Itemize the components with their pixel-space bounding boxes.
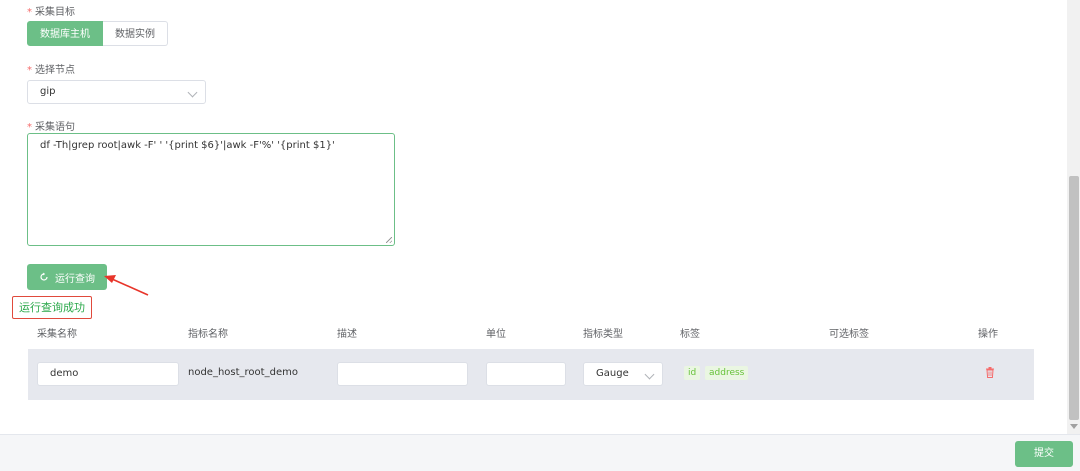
tag-address: address (705, 366, 749, 380)
target-segmented-control: 数据库主机 数据实例 (27, 21, 168, 46)
target-option-db-instance[interactable]: 数据实例 (103, 21, 168, 46)
metric-name-text: node_host_root_demo (188, 367, 298, 378)
chevron-down-icon (187, 87, 198, 98)
metric-type-value: Gauge (596, 368, 629, 379)
chevron-down-icon (644, 369, 655, 380)
header-metric-type: 指标类型 (583, 329, 623, 340)
node-select-value: gip (40, 86, 56, 97)
arrow-annotation (104, 275, 149, 296)
scrollbar-thumb[interactable] (1069, 176, 1079, 420)
header-collect-name: 采集名称 (37, 329, 77, 340)
description-input[interactable] (337, 362, 468, 386)
header-unit: 单位 (486, 329, 506, 340)
tag-id: id (684, 366, 701, 380)
resize-grip-icon[interactable] (386, 237, 392, 243)
scroll-down-arrow-icon[interactable] (1070, 424, 1078, 430)
target-option-db-host[interactable]: 数据库主机 (27, 21, 103, 46)
run-query-button[interactable]: 运行查询 (27, 264, 107, 290)
target-label: * 采集目标 (27, 7, 75, 18)
refresh-icon (40, 272, 48, 281)
unit-input[interactable] (486, 362, 566, 386)
collect-name-input[interactable]: demo (37, 362, 179, 386)
metric-type-select[interactable]: Gauge (583, 362, 663, 386)
trash-icon[interactable] (985, 367, 995, 378)
header-metric-name: 指标名称 (188, 329, 228, 340)
header-description: 描述 (337, 329, 357, 340)
statement-text: df -Th|grep root|awk -F' ' '{print $6}'|… (40, 140, 335, 151)
header-optional-tags: 可选标签 (829, 329, 869, 340)
run-query-label: 运行查询 (55, 273, 95, 285)
header-actions: 操作 (978, 329, 998, 340)
node-label: * 选择节点 (27, 65, 75, 76)
submit-button[interactable]: 提交 (1015, 441, 1073, 467)
statement-textarea[interactable]: df -Th|grep root|awk -F' ' '{print $6}'|… (27, 133, 395, 246)
node-select[interactable]: gip (27, 80, 206, 104)
footer-bar (0, 434, 1080, 471)
header-tags: 标签 (680, 329, 700, 340)
success-message: 运行查询成功 (12, 296, 92, 319)
statement-label: * 采集语句 (27, 122, 75, 133)
